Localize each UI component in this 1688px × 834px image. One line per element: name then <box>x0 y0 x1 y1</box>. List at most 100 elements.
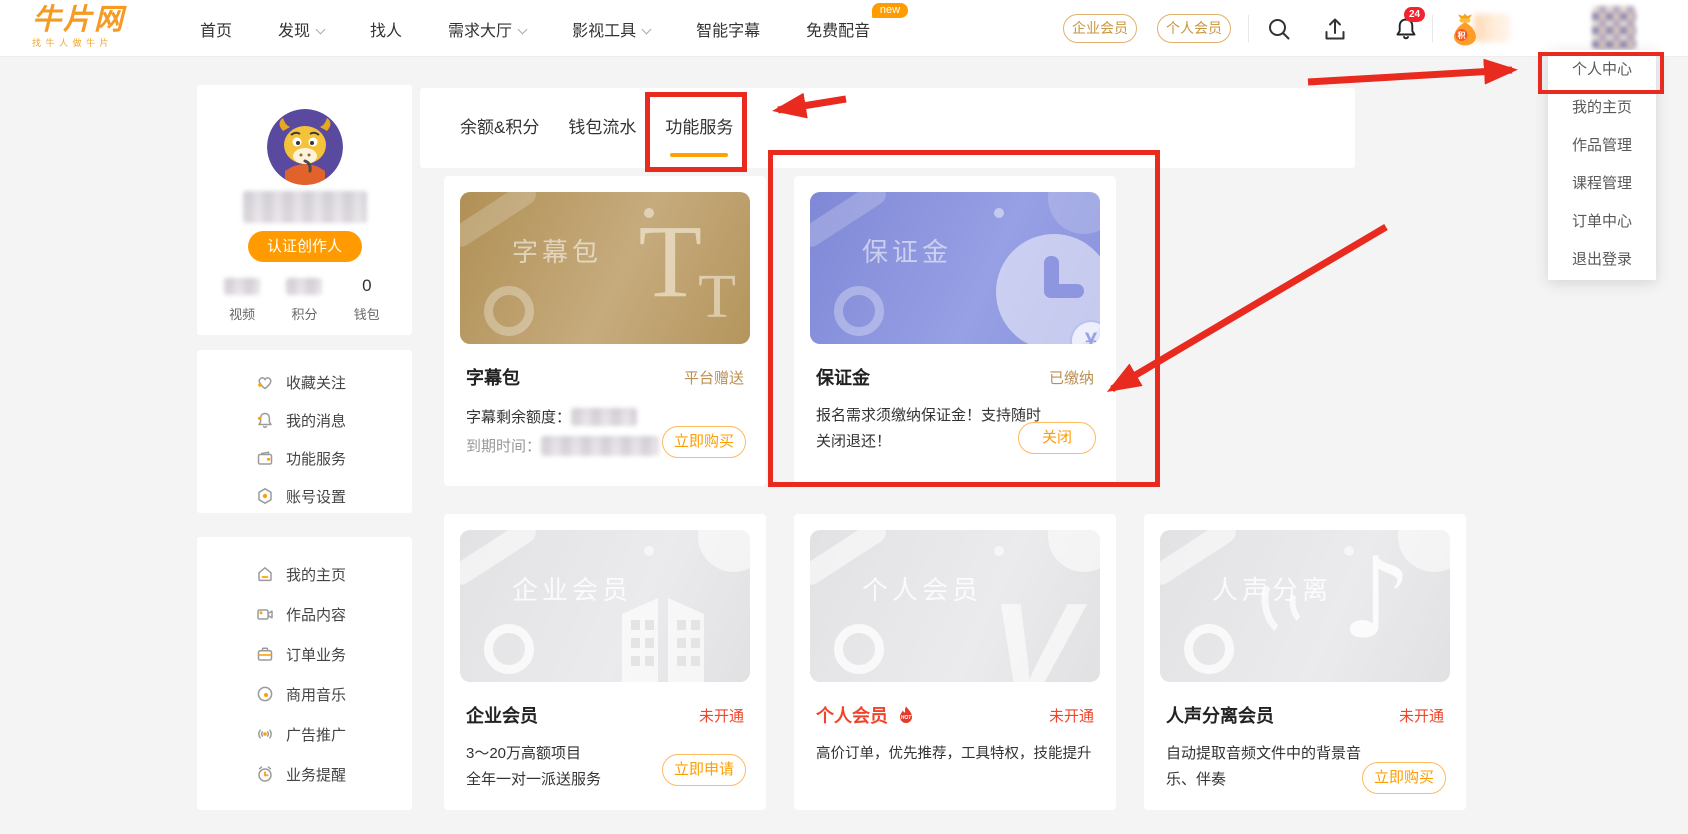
banner-ring-decoration <box>834 286 884 336</box>
vocal-separation-card: 人声分离 ♪ 人声分离会员 未开通 自动提取音频文件中的背景音乐、伴奏 立即购买 <box>1144 514 1466 810</box>
card-description: 3～20万高额项目 全年一对一派送服务 <box>466 741 676 793</box>
points-moneybag-icon[interactable]: 积 <box>1448 11 1482 52</box>
stat-videos[interactable]: 视频 <box>214 273 270 323</box>
tab-wallet-flow[interactable]: 钱包流水 <box>567 88 637 168</box>
settings-icon <box>255 486 275 506</box>
card-description: 报名需求须缴纳保证金！支持随时关闭退还！ <box>816 403 1048 455</box>
inactive-status-tag: 未开通 <box>1049 705 1094 726</box>
site-logo[interactable]: 牛片网 找牛人做牛片 <box>32 5 125 49</box>
logo-text: 牛片网 <box>32 5 125 35</box>
profile-stats: 视频 积分 0 钱包 <box>197 273 412 323</box>
letter-T-icon: T <box>698 266 736 328</box>
search-icon[interactable] <box>1266 16 1292 47</box>
enterprise-banner: 企业会员 <box>460 530 750 682</box>
letter-V-icon: V <box>990 584 1078 682</box>
stat-points[interactable]: 积分 <box>276 273 332 323</box>
user-avatar[interactable] <box>1592 6 1636 50</box>
menu-item-order-center[interactable]: 订单中心 <box>1548 203 1656 241</box>
sidebar-item-services[interactable]: 功能服务 <box>197 439 412 477</box>
buy-now-button[interactable]: 立即购买 <box>662 426 746 458</box>
sidebar-item-business-reminder[interactable]: 业务提醒 <box>197 754 412 794</box>
sidebar-item-works-content[interactable]: 作品内容 <box>197 594 412 634</box>
menu-item-my-homepage[interactable]: 我的主页 <box>1548 89 1656 127</box>
banner-corner-decoration <box>1048 192 1100 234</box>
nav-smart-subtitle[interactable]: 智能字幕 <box>696 17 760 41</box>
banner-ring-decoration <box>484 286 534 336</box>
inactive-status-tag: 未开通 <box>1399 705 1444 726</box>
personal-member-button[interactable]: 个人会员 <box>1157 14 1231 43</box>
card-title: 个人会员 HOT <box>816 702 916 728</box>
chevron-down-icon <box>642 24 652 34</box>
certify-creator-button[interactable]: 认证创作人 <box>248 231 362 262</box>
nav-discover[interactable]: 发现 <box>278 17 324 41</box>
home-icon <box>255 564 275 584</box>
card-description: 高价订单，优先推荐，工具特权，技能提升 <box>816 741 1101 767</box>
banner-watermark: 企业会员 <box>512 570 632 607</box>
briefcase-icon <box>255 644 275 664</box>
card-title: 企业会员 <box>466 702 538 728</box>
card-title: 人声分离会员 <box>1166 702 1274 728</box>
expire-value-blurred <box>541 436 659 456</box>
profile-avatar[interactable] <box>267 109 343 185</box>
notification-count-badge: 24 <box>1404 7 1425 22</box>
personal-member-banner: 个人会员 V <box>810 530 1100 682</box>
sidebar-item-order-business[interactable]: 订单业务 <box>197 634 412 674</box>
profile-card: 认证创作人 视频 积分 0 钱包 <box>197 85 412 335</box>
nav-find-people[interactable]: 找人 <box>370 17 402 41</box>
menu-item-personal-center[interactable]: 个人中心 <box>1548 51 1656 89</box>
stat-value-blurred <box>224 278 260 295</box>
deposit-banner: 保证金 ¥ <box>810 192 1100 344</box>
username-blurred <box>243 191 367 223</box>
svg-text:积: 积 <box>1458 30 1466 40</box>
notifications-bell-icon[interactable]: 24 <box>1392 15 1420 48</box>
stat-wallet[interactable]: 0 钱包 <box>339 273 395 323</box>
sidebar-item-my-homepage[interactable]: 我的主页 <box>197 554 412 594</box>
nav-home[interactable]: 首页 <box>200 17 232 41</box>
nav-demand-hall[interactable]: 需求大厅 <box>448 17 526 41</box>
top-navbar: 牛片网 找牛人做牛片 首页 发现 找人 需求大厅 影视工具 智能字幕 免费配音n… <box>0 0 1688 57</box>
banner-ring-decoration <box>1184 624 1234 674</box>
quota-value-blurred <box>571 408 637 426</box>
sidebar-item-ad-promotion[interactable]: 广告推广 <box>197 714 412 754</box>
alarm-icon <box>255 764 275 784</box>
vocal-separation-banner: 人声分离 ♪ <box>1160 530 1450 682</box>
arrow-to-personal-center <box>1308 70 1512 82</box>
apply-now-button[interactable]: 立即申请 <box>662 754 746 786</box>
tab-balance-points[interactable]: 余额&积分 <box>459 88 540 168</box>
sidebar-item-messages[interactable]: 我的消息 <box>197 401 412 439</box>
platform-gift-tag: 平台赠送 <box>684 367 744 388</box>
menu-item-works-management[interactable]: 作品管理 <box>1548 127 1656 165</box>
letter-T-icon: T <box>638 210 702 314</box>
banner-dot-decoration <box>994 546 1004 556</box>
sidebar-menu-group-1: 收藏关注 我的消息 功能服务 账号设置 <box>197 350 412 513</box>
banner-ring-decoration <box>834 624 884 674</box>
inactive-status-tag: 未开通 <box>699 705 744 726</box>
banner-dot-decoration <box>644 546 654 556</box>
banner-dot-decoration <box>994 208 1004 218</box>
chevron-down-icon <box>518 24 528 34</box>
arrow-to-close-button <box>1112 227 1386 389</box>
banner-watermark: 保证金 <box>862 232 952 269</box>
wallet-icon <box>255 448 275 468</box>
close-deposit-button[interactable]: 关闭 <box>1018 422 1096 454</box>
clock-icon: ¥ <box>996 234 1100 344</box>
enterprise-member-button[interactable]: 企业会员 <box>1063 14 1137 43</box>
svg-text:HOT: HOT <box>901 715 913 721</box>
sidebar-item-favorites[interactable]: 收藏关注 <box>197 363 412 401</box>
wallet-tabbar: 余额&积分 钱包流水 功能服务 <box>420 88 1355 168</box>
menu-item-logout[interactable]: 退出登录 <box>1548 241 1656 279</box>
sidebar-item-account-settings[interactable]: 账号设置 <box>197 477 412 515</box>
banner-corner-decoration <box>1048 530 1100 572</box>
menu-item-course-management[interactable]: 课程管理 <box>1548 165 1656 203</box>
buy-now-button[interactable]: 立即购买 <box>1362 762 1446 794</box>
music-note-icon: ♪ <box>1341 534 1412 664</box>
logo-tagline: 找牛人做牛片 <box>32 36 125 49</box>
enterprise-member-card: 企业会员 企业会员 未开通 3～20万高额项目 <box>444 514 766 810</box>
tab-function-services[interactable]: 功能服务 <box>664 88 734 168</box>
yen-badge-icon: ¥ <box>1070 320 1100 344</box>
upload-icon[interactable] <box>1322 16 1348 47</box>
nav-film-tools[interactable]: 影视工具 <box>572 17 650 41</box>
nav-free-dubbing[interactable]: 免费配音new <box>806 17 870 41</box>
header-divider <box>1432 15 1433 42</box>
sidebar-item-commercial-music[interactable]: 商用音乐 <box>197 674 412 714</box>
